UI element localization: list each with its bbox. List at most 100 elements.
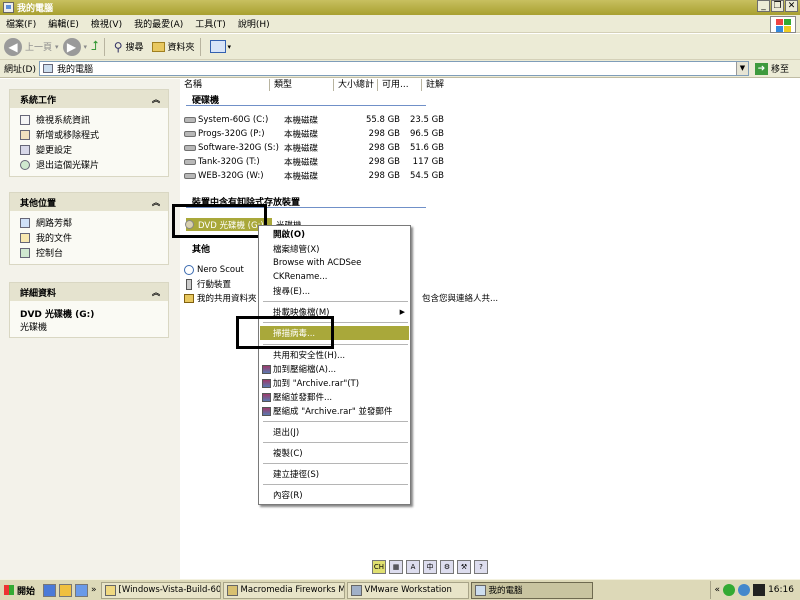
ctx-add-archive[interactable]: 加到壓縮檔(A)... <box>260 362 409 376</box>
task-button[interactable]: Macromedia Fireworks M... <box>222 581 345 599</box>
windows-logo-icon <box>770 16 796 33</box>
menu-help[interactable]: 說明(H) <box>232 17 276 30</box>
ctx-open[interactable]: 開啟(O) <box>260 227 409 241</box>
address-field[interactable]: 我的電腦 ▼ <box>38 61 749 76</box>
views-button[interactable]: ▾ <box>209 40 231 53</box>
computer-icon <box>474 584 486 596</box>
task-button[interactable]: VMware Workstation <box>346 581 469 599</box>
ctx-create-shortcut[interactable]: 建立捷徑(S) <box>260 467 409 481</box>
address-value: 我的電腦 <box>56 65 93 75</box>
hard-drive-icon <box>184 131 196 137</box>
ctx-compress-email[interactable]: 壓縮並發郵件... <box>260 390 409 404</box>
collapse-chevron-icon[interactable]: ︽ <box>152 287 160 298</box>
back-button[interactable]: ◀ 上一頁 ▾ <box>4 37 59 56</box>
details-header[interactable]: 詳細資料 ︽ <box>10 283 168 301</box>
place-control-panel[interactable]: 控制台 <box>20 245 158 260</box>
col-name[interactable]: 名稱 <box>180 79 270 91</box>
tray-network-icon[interactable] <box>723 584 736 596</box>
outlook-icon[interactable] <box>59 583 73 597</box>
font-icon[interactable]: A <box>406 560 420 574</box>
ie-icon[interactable] <box>43 583 57 597</box>
submenu-arrow-icon: ▶ <box>399 308 405 316</box>
col-comment[interactable]: 註解 <box>422 79 482 91</box>
ctx-add-rar[interactable]: 加到 "Archive.rar"(T) <box>260 376 409 390</box>
tray-app-icon[interactable] <box>738 584 751 596</box>
minimize-button[interactable]: _ <box>757 0 770 12</box>
address-bar: 網址(D) 我的電腦 ▼ ➜ 移至 <box>0 60 800 78</box>
drive-row[interactable]: Tank-320G (T:) 本機磁碟 298 GB 117 GB <box>184 155 444 169</box>
ctx-search[interactable]: 搜尋(E)... <box>260 284 409 298</box>
vmware-icon <box>350 584 362 596</box>
col-free[interactable]: 可用... <box>378 79 422 91</box>
system-tasks-header[interactable]: 系統工作 ︽ <box>10 90 168 108</box>
toolbar: ◀ 上一頁 ▾ ▶ ▾ ⮥ ⚲ 搜尋 資料夾 ▾ <box>0 34 800 60</box>
item-nero-scout[interactable]: Nero Scout <box>184 263 244 277</box>
winrar-icon <box>262 378 271 388</box>
forward-button[interactable]: ▶ ▾ <box>62 37 88 56</box>
menu-edit[interactable]: 編輯(E) <box>42 17 85 30</box>
folder-icon <box>151 41 165 52</box>
ime-icon[interactable]: CH <box>372 560 386 574</box>
start-button[interactable]: 開始 <box>0 581 39 600</box>
task-button[interactable]: 我的電腦 <box>470 581 593 599</box>
ctx-share[interactable]: 共用和安全性(H)... <box>260 348 409 362</box>
menu-separator <box>263 442 408 443</box>
back-arrow-icon: ◀ <box>4 37 22 56</box>
programs-icon <box>20 129 30 140</box>
other-places-header[interactable]: 其他位置 ︽ <box>10 193 168 211</box>
taskbar: 開始 » [Windows-Vista-Build-60... Macromed… <box>0 579 800 600</box>
hard-drive-icon <box>184 117 196 123</box>
network-icon <box>20 217 30 228</box>
drive-row[interactable]: Progs-320G (P:) 本機磁碟 298 GB 96.5 GB <box>184 127 444 141</box>
place-network[interactable]: 網路芳鄰 <box>20 215 158 230</box>
close-button[interactable]: ✕ <box>785 0 798 12</box>
task-add-remove-programs[interactable]: 新增或移除程式 <box>20 127 158 142</box>
menu-tools[interactable]: 工具(T) <box>189 17 232 30</box>
place-my-documents[interactable]: 我的文件 <box>20 230 158 245</box>
column-headers: 名稱 類型 大小總計 可用... 註解 <box>180 79 482 91</box>
chevron-left-icon[interactable]: « <box>715 585 721 595</box>
annotation-box <box>236 316 334 349</box>
settings-icon[interactable]: ⚙ <box>440 560 454 574</box>
ctx-eject[interactable]: 退出(J) <box>260 425 409 439</box>
col-total[interactable]: 大小總計 <box>334 79 378 91</box>
restore-button[interactable]: ❐ <box>771 0 784 12</box>
ctx-compress-rar-email[interactable]: 壓縮成 "Archive.rar" 並發郵件 <box>260 404 409 418</box>
drive-row[interactable]: Software-320G (S:) 本機磁碟 298 GB 51.6 GB <box>184 141 444 155</box>
item-mobile-device[interactable]: 行動裝置 <box>184 277 231 291</box>
computer-icon <box>3 2 14 13</box>
menu-favorites[interactable]: 我的最愛(A) <box>128 17 189 30</box>
ctx-copy[interactable]: 複製(C) <box>260 446 409 460</box>
up-button[interactable]: ⮥ <box>91 39 99 54</box>
chevron-right-icon[interactable]: » <box>91 585 97 595</box>
menu-file[interactable]: 檔案(F) <box>0 17 42 30</box>
task-view-system-info[interactable]: 檢視系統資訊 <box>20 112 158 127</box>
task-button[interactable]: [Windows-Vista-Build-60... <box>100 581 221 599</box>
collapse-chevron-icon[interactable]: ︽ <box>152 197 160 208</box>
folders-button[interactable]: 資料夾 <box>151 40 195 53</box>
ctx-ckrename[interactable]: CKRename... <box>260 270 409 284</box>
address-dropdown-icon[interactable]: ▼ <box>735 62 748 75</box>
desktop-icon[interactable] <box>75 583 89 597</box>
ctx-explore[interactable]: 檔案總管(X) <box>260 242 409 256</box>
task-change-settings[interactable]: 變更設定 <box>20 142 158 157</box>
ctx-properties[interactable]: 內容(R) <box>260 488 409 502</box>
col-type[interactable]: 類型 <box>270 79 334 91</box>
tools-icon[interactable]: ⚒ <box>457 560 471 574</box>
chinese-mode-icon[interactable]: 中 <box>423 560 437 574</box>
go-button[interactable]: ➜ 移至 <box>754 62 789 75</box>
ctx-acdsee[interactable]: Browse with ACDSee <box>260 256 409 270</box>
menu-view[interactable]: 檢視(V) <box>85 17 128 30</box>
context-menu: 開啟(O) 檔案總管(X) Browse with ACDSee CKRenam… <box>258 225 411 505</box>
tray-monitor-icon[interactable] <box>753 584 766 596</box>
search-button[interactable]: ⚲ 搜尋 <box>114 40 144 54</box>
collapse-chevron-icon[interactable]: ︽ <box>152 94 160 105</box>
chevron-down-icon: ▾ <box>55 42 59 51</box>
input-mode-icon[interactable]: ▦ <box>389 560 403 574</box>
chevron-down-icon: ▾ <box>83 42 88 51</box>
details-name: DVD 光碟機 (G:) <box>20 310 95 320</box>
task-eject-disc[interactable]: 退出這個光碟片 <box>20 157 158 172</box>
help-icon[interactable]: ? <box>474 560 488 574</box>
drive-row[interactable]: System-60G (C:) 本機磁碟 55.8 GB 23.5 GB <box>184 113 444 127</box>
drive-row[interactable]: WEB-320G (W:) 本機磁碟 298 GB 54.5 GB <box>184 169 444 183</box>
